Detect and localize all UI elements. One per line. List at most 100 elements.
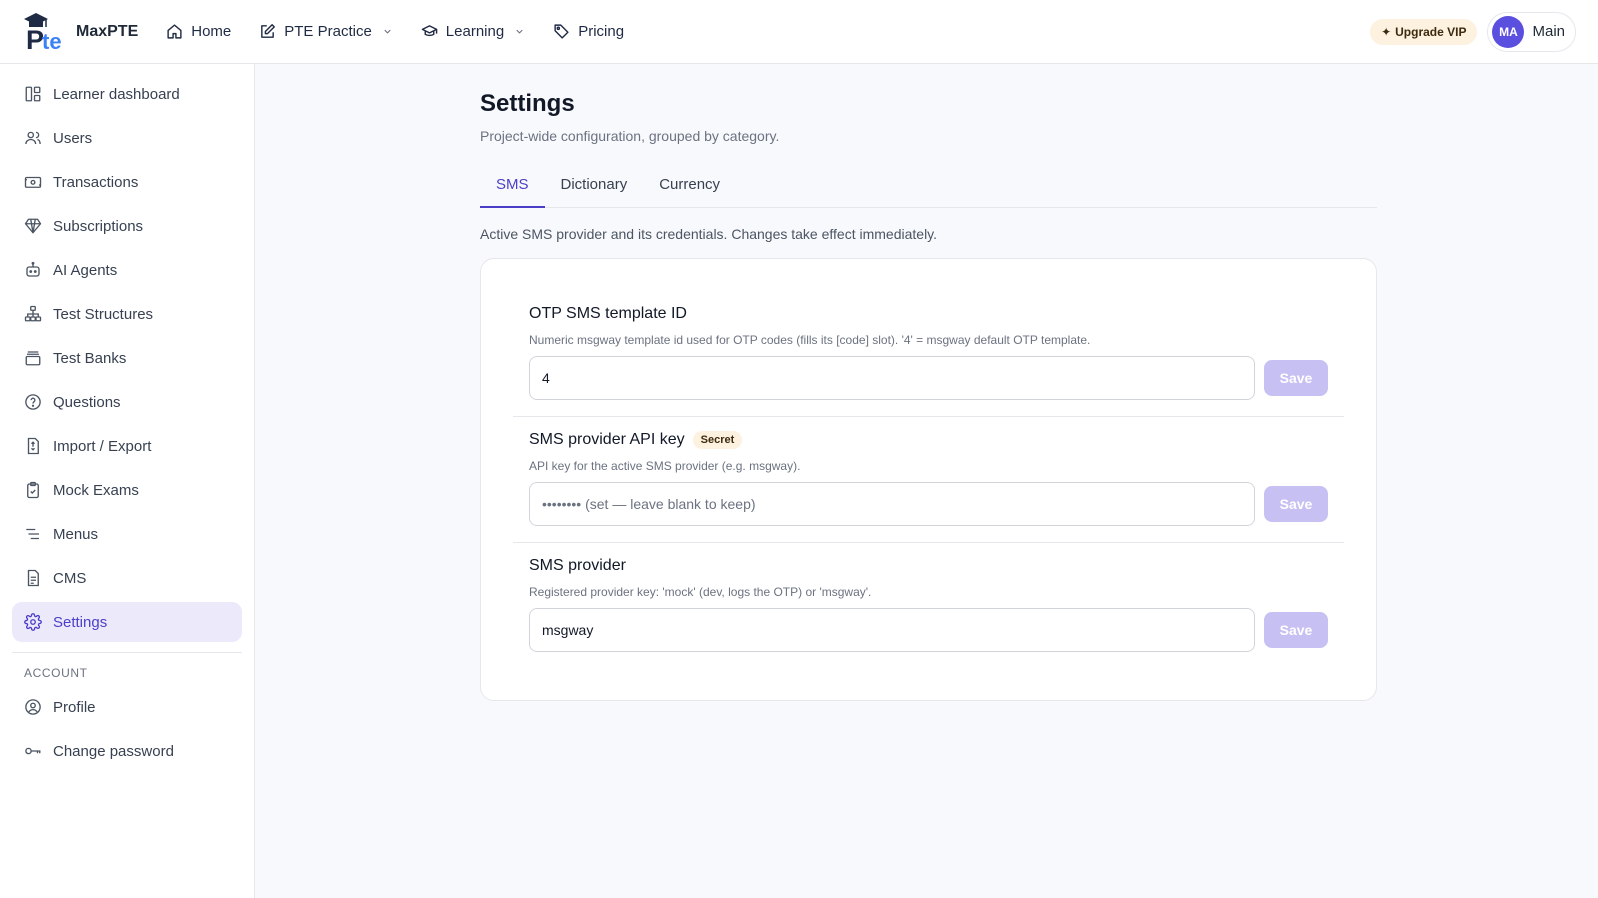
clipboard-check-icon: [27, 481, 39, 499]
tag-icon: [554, 24, 569, 39]
sidebar-item-import-export[interactable]: Import / Export: [12, 426, 242, 466]
sidebar-item-mock-exams[interactable]: Mock Exams: [12, 470, 242, 510]
upgrade-vip-label: Upgrade VIP: [1395, 24, 1467, 39]
setting-description: Registered provider key: 'mock' (dev, lo…: [529, 585, 872, 599]
hierarchy-icon: [24, 305, 42, 322]
settings-tabs: SMS Dictionary Currency: [480, 166, 1377, 208]
top-navbar: P te MaxPTE Home PTE Practice Learning P…: [0, 0, 1598, 64]
user-menu[interactable]: MA Main: [1487, 11, 1576, 52]
file-transfer-icon: [27, 437, 39, 455]
sidebar-item-label: Mock Exams: [53, 481, 139, 499]
sidebar-item-label: AI Agents: [53, 261, 118, 279]
users-icon: [25, 131, 41, 145]
nav-learning-label: Learning: [445, 23, 505, 40]
setting-description: Numeric msgway template id used for OTP …: [529, 333, 1091, 347]
tab-dictionary[interactable]: Dictionary: [545, 166, 644, 208]
main-nav: Home PTE Practice Learning Pricing: [166, 23, 624, 40]
page-subtitle: Project-wide configuration, grouped by c…: [480, 128, 780, 144]
key-icon: [25, 747, 41, 755]
sidebar-item-menus[interactable]: Menus: [12, 514, 242, 554]
avatar: MA: [1492, 15, 1525, 48]
setting-otp-template-id: OTP SMS template ID Numeric msgway templ…: [513, 291, 1344, 416]
archive-icon: [25, 351, 41, 366]
menu-lines-icon: [26, 528, 39, 540]
header-actions: ✦ Upgrade VIP MA Main: [1370, 11, 1576, 52]
brand-logo[interactable]: P te MaxPTE: [22, 12, 139, 55]
pencil-square-icon: [261, 24, 276, 38]
sidebar-item-learner-dashboard[interactable]: Learner dashboard: [12, 74, 242, 114]
sidebar-item-questions[interactable]: Questions: [12, 382, 242, 422]
banknote-icon: [24, 176, 42, 188]
nav-pte-practice-label: PTE Practice: [284, 23, 372, 40]
upgrade-vip-button[interactable]: ✦ Upgrade VIP: [1370, 18, 1478, 45]
sidebar-item-change-password[interactable]: Change password: [12, 731, 242, 771]
sidebar-item-label: Change password: [53, 742, 174, 760]
nav-home[interactable]: Home: [166, 23, 231, 40]
otp-template-id-input[interactable]: [529, 356, 1255, 400]
dashboard-icon: [25, 86, 41, 102]
setting-sms-api-key: SMS provider API key Secret API key for …: [513, 416, 1344, 542]
sidebar-item-transactions[interactable]: Transactions: [12, 162, 242, 202]
setting-title: SMS provider: [529, 557, 626, 574]
sidebar-item-label: Menus: [53, 525, 99, 543]
save-button[interactable]: Save: [1264, 486, 1328, 522]
gem-icon: [24, 218, 42, 234]
sparkle-icon: ✦: [1381, 24, 1392, 39]
tab-currency[interactable]: Currency: [643, 166, 736, 208]
sidebar-item-users[interactable]: Users: [12, 118, 242, 158]
main-content: Settings Project-wide configuration, gro…: [480, 64, 1377, 701]
sidebar-section-account: ACCOUNT: [24, 666, 88, 680]
nav-learning[interactable]: Learning: [421, 23, 525, 40]
secret-badge: Secret: [692, 431, 743, 449]
sidebar-item-subscriptions[interactable]: Subscriptions: [12, 206, 242, 246]
setting-title: OTP SMS template ID: [529, 305, 687, 322]
sidebar-divider: [12, 652, 242, 653]
sidebar-item-label: Test Structures: [53, 305, 154, 323]
setting-title: SMS provider API key: [529, 431, 685, 448]
question-circle-icon: [25, 394, 41, 410]
sms-api-key-input[interactable]: [529, 482, 1255, 526]
brand-name: MaxPTE: [76, 22, 139, 40]
sidebar-item-label: Transactions: [53, 173, 139, 191]
sidebar-item-label: Learner dashboard: [53, 85, 180, 103]
sidebar: Learner dashboard Users Transactions Sub…: [0, 64, 255, 898]
sidebar-item-label: CMS: [53, 569, 87, 587]
save-button[interactable]: Save: [1264, 360, 1328, 396]
tab-description: Active SMS provider and its credentials.…: [480, 226, 938, 242]
sms-provider-input[interactable]: [529, 608, 1255, 652]
sidebar-item-cms[interactable]: CMS: [12, 558, 242, 598]
setting-description: API key for the active SMS provider (e.g…: [529, 459, 801, 473]
sidebar-item-ai-agents[interactable]: AI Agents: [12, 250, 242, 290]
user-circle-icon: [25, 699, 41, 715]
sidebar-item-label: Import / Export: [53, 437, 152, 455]
setting-sms-provider: SMS provider Registered provider key: 'm…: [513, 542, 1344, 668]
tab-sms[interactable]: SMS: [480, 166, 545, 208]
chevron-down-icon: [516, 29, 523, 34]
nav-pte-practice[interactable]: PTE Practice: [259, 23, 393, 40]
graduation-cap-icon: [421, 25, 438, 37]
nav-pricing-label: Pricing: [578, 23, 625, 40]
save-button[interactable]: Save: [1264, 612, 1328, 648]
sidebar-item-label: Profile: [53, 698, 96, 716]
pte-logo-icon: P te: [22, 12, 68, 55]
sidebar-item-profile[interactable]: Profile: [12, 687, 242, 727]
sidebar-item-settings[interactable]: Settings: [12, 602, 242, 642]
settings-card: OTP SMS template ID Numeric msgway templ…: [480, 258, 1377, 701]
svg-text:te: te: [42, 29, 62, 52]
nav-home-label: Home: [191, 23, 232, 40]
user-name: Main: [1532, 23, 1565, 40]
sidebar-item-test-structures[interactable]: Test Structures: [12, 294, 242, 334]
sidebar-item-label: Questions: [53, 393, 121, 411]
chevron-down-icon: [384, 29, 391, 34]
sidebar-item-label: Settings: [53, 613, 108, 631]
sidebar-item-label: Subscriptions: [53, 217, 144, 235]
bot-icon: [26, 261, 40, 277]
nav-pricing[interactable]: Pricing: [553, 23, 624, 40]
document-icon: [27, 569, 39, 587]
page-title: Settings: [480, 90, 575, 117]
sidebar-item-test-banks[interactable]: Test Banks: [12, 338, 242, 378]
sidebar-item-label: Test Banks: [53, 349, 127, 367]
gear-icon: [24, 613, 42, 631]
home-icon: [167, 24, 182, 39]
sidebar-item-label: Users: [53, 129, 93, 147]
